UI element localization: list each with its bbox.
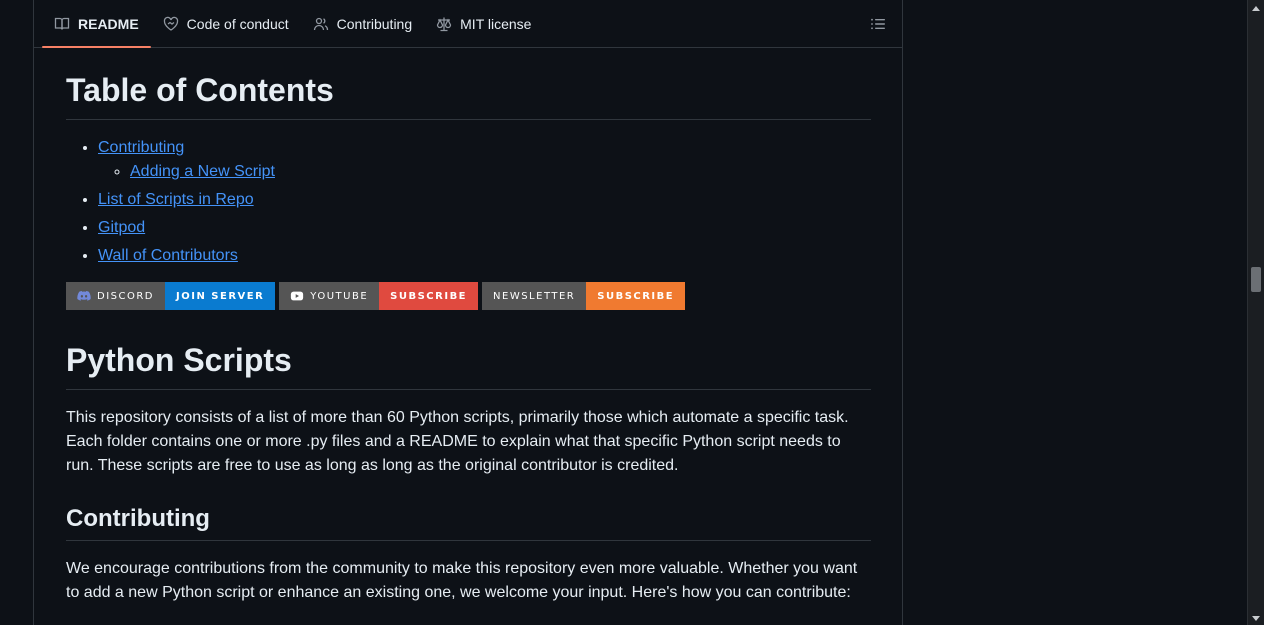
tab-license[interactable]: MIT license <box>424 0 543 47</box>
tab-readme[interactable]: README <box>42 0 151 48</box>
readme-content: Table of Contents Contributing Adding a … <box>66 48 871 605</box>
newsletter-badge-left: NEWSLETTER <box>482 282 587 310</box>
triangle-up-icon <box>1252 0 1260 16</box>
tab-code-of-conduct[interactable]: Code of conduct <box>151 0 301 47</box>
discord-icon <box>77 289 91 303</box>
list-unordered-icon <box>870 18 886 36</box>
toc-list: Contributing Adding a New Script List of… <box>66 136 871 268</box>
readme-container: README Code of conduct Contributing MIT … <box>33 0 903 625</box>
python-scripts-paragraph: This repository consists of a list of mo… <box>66 409 849 474</box>
toc-link-gitpod[interactable]: Gitpod <box>98 219 145 236</box>
toc-link-wall-of-contributors[interactable]: Wall of Contributors <box>98 247 238 264</box>
toc-item: Gitpod <box>98 216 871 240</box>
tab-license-label: MIT license <box>460 15 532 32</box>
tab-readme-label: README <box>78 15 139 32</box>
outline-toggle-button[interactable] <box>870 16 886 32</box>
toc-item: List of Scripts in Repo <box>98 188 871 212</box>
youtube-badge-left-label: YOUTUBE <box>310 290 369 302</box>
toc-item: Contributing Adding a New Script <box>98 136 871 184</box>
toc-link-contributing[interactable]: Contributing <box>98 139 184 156</box>
discord-badge[interactable]: DISCORD JOIN SERVER <box>66 282 276 310</box>
youtube-badge-left: YOUTUBE <box>279 282 380 310</box>
heart-icon <box>163 16 179 32</box>
readme-tabs: README Code of conduct Contributing MIT … <box>34 0 902 48</box>
contributing-paragraph: We encourage contributions from the comm… <box>66 560 858 601</box>
tab-contributing[interactable]: Contributing <box>301 0 425 47</box>
newsletter-badge-right: SUBSCRIBE <box>586 282 686 310</box>
scroll-down-button[interactable] <box>1248 611 1264 625</box>
youtube-badge-right: SUBSCRIBE <box>379 282 479 310</box>
scroll-thumb[interactable] <box>1251 267 1261 292</box>
contributing-heading: Contributing <box>66 504 871 541</box>
python-scripts-heading: Python Scripts <box>66 340 871 390</box>
newsletter-badge[interactable]: NEWSLETTER SUBSCRIBE <box>482 282 686 310</box>
triangle-down-icon <box>1252 609 1260 625</box>
tab-code-of-conduct-label: Code of conduct <box>186 15 289 32</box>
youtube-badge[interactable]: YOUTUBE SUBSCRIBE <box>279 282 479 310</box>
tab-contributing-label: Contributing <box>336 15 413 32</box>
discord-badge-left: DISCORD <box>66 282 165 310</box>
law-icon <box>436 16 452 32</box>
people-icon <box>313 16 329 32</box>
page-scrollbar[interactable] <box>1247 0 1264 625</box>
scroll-up-button[interactable] <box>1248 0 1264 14</box>
toc-item: Wall of Contributors <box>98 244 871 268</box>
toc-link-list-of-scripts[interactable]: List of Scripts in Repo <box>98 191 254 208</box>
toc-heading: Table of Contents <box>66 70 871 120</box>
youtube-icon <box>290 289 304 303</box>
toc-subitem: Adding a New Script <box>130 160 871 184</box>
book-icon <box>54 16 70 32</box>
discord-badge-right: JOIN SERVER <box>165 282 276 310</box>
toc-link-adding-new-script[interactable]: Adding a New Script <box>130 163 275 180</box>
discord-badge-left-label: DISCORD <box>97 290 154 302</box>
badge-row: DISCORD JOIN SERVER YOUTUBE SUBSCRIBE NE… <box>66 282 871 310</box>
